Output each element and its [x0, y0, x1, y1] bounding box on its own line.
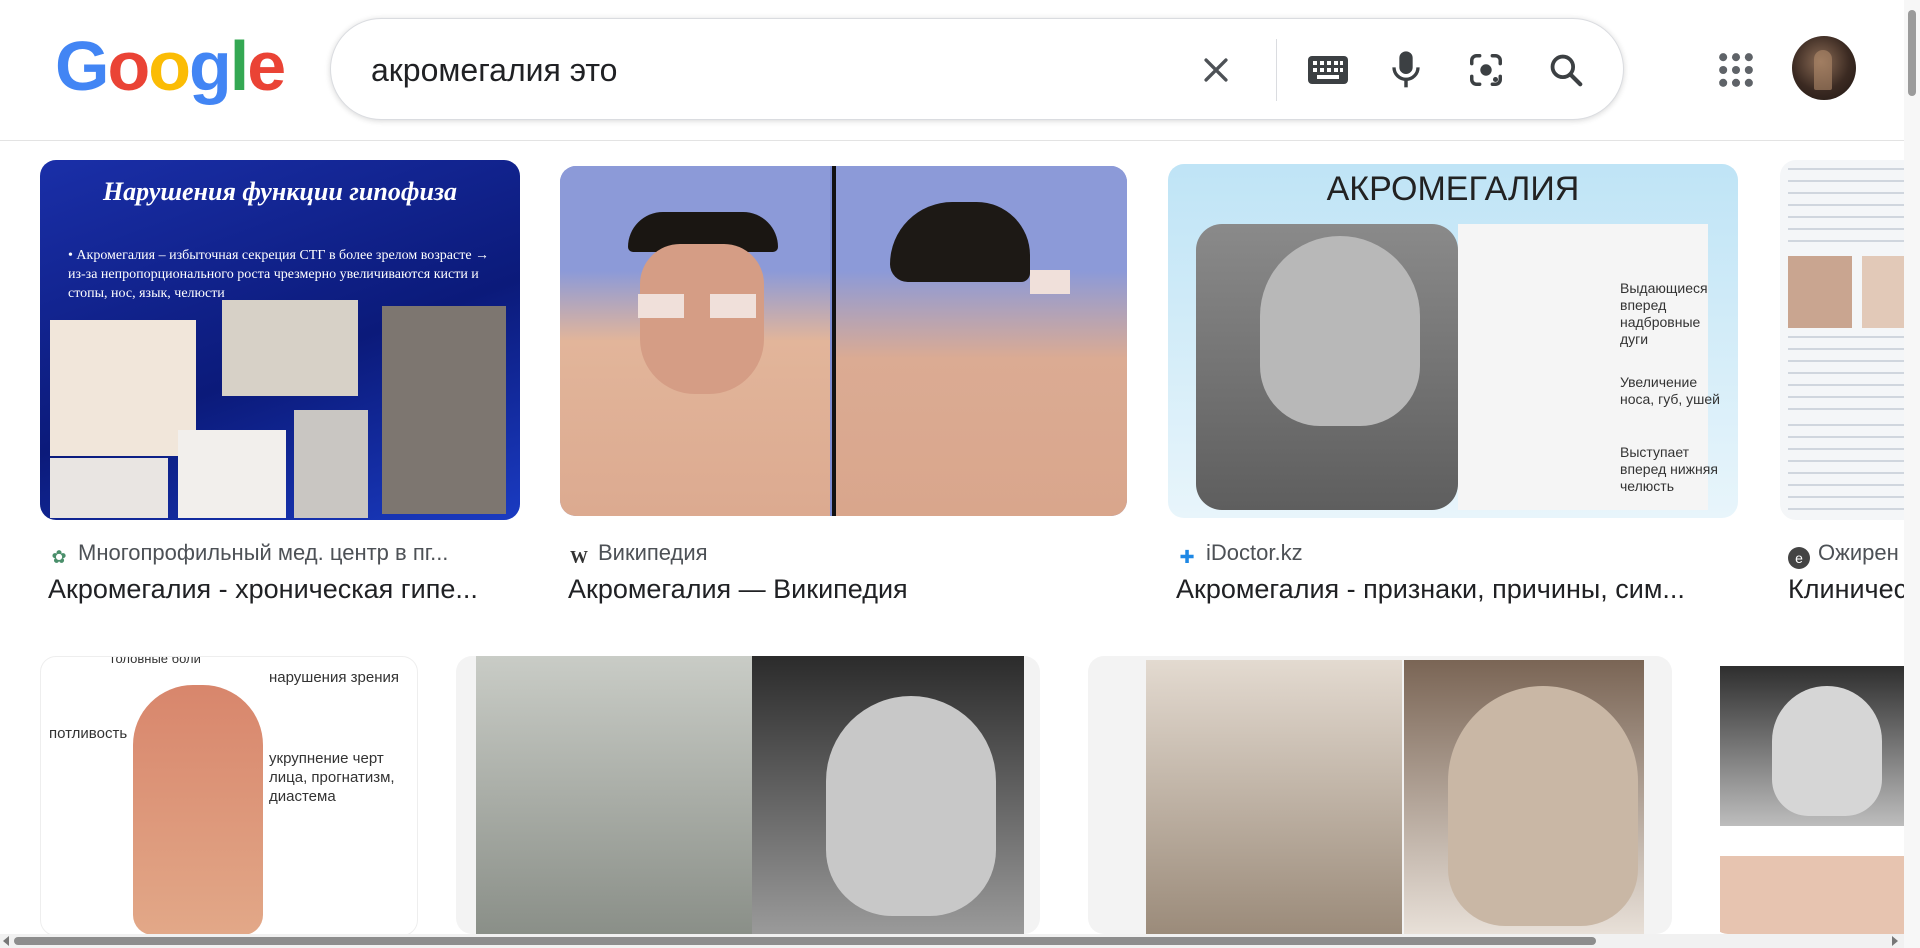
- header: Google: [0, 0, 1920, 141]
- image-result-card[interactable]: [456, 656, 1042, 934]
- avatar[interactable]: [1792, 36, 1856, 100]
- result-title[interactable]: Акромегалия - признаки, причины, сим...: [1176, 574, 1736, 605]
- result-thumbnail[interactable]: [1712, 656, 1904, 934]
- apps-grid-icon: [1719, 53, 1753, 87]
- keyboard-icon: [1308, 56, 1348, 84]
- result-title[interactable]: Клиничес: [1788, 574, 1904, 605]
- search-icon: [1550, 54, 1583, 87]
- wikipedia-icon: W: [570, 547, 588, 567]
- image-label: Увеличение носа, губ, ушей: [1620, 374, 1720, 407]
- image-label: нарушения зрения: [269, 669, 399, 686]
- result-source-label: Многопрофильный мед. центр в пг...: [78, 540, 449, 565]
- horizontal-scrollbar-thumb[interactable]: [14, 937, 1596, 945]
- result-thumbnail[interactable]: [1780, 160, 1904, 520]
- image-label: головные боли: [111, 656, 201, 666]
- clear-button[interactable]: [1193, 47, 1239, 93]
- scroll-right-icon[interactable]: [1892, 936, 1898, 946]
- result-thumbnail[interactable]: Нарушения функции гипофиза • Акромегалия…: [40, 160, 520, 520]
- result-thumbnail[interactable]: головные боли нарушения зрения потливост…: [40, 656, 418, 936]
- image-result-card[interactable]: W Википедия Акромегалия — Википедия: [560, 160, 1130, 620]
- image-result-card[interactable]: [1088, 656, 1674, 934]
- search-box: [330, 18, 1624, 120]
- result-source-label: Ожирен: [1818, 540, 1899, 565]
- lens-search-button[interactable]: [1463, 47, 1509, 93]
- search-divider: [1276, 39, 1277, 101]
- medical-cross-icon: ✚: [1179, 547, 1195, 567]
- result-thumbnail[interactable]: [456, 656, 1040, 934]
- result-source-label: iDoctor.kz: [1206, 540, 1303, 565]
- keyboard-button[interactable]: [1305, 47, 1351, 93]
- result-title[interactable]: Акромегалия — Википедия: [568, 574, 1108, 605]
- result-source-label: Википедия: [598, 540, 708, 565]
- result-title[interactable]: Акромегалия - хроническая гипе...: [48, 574, 518, 605]
- search-button[interactable]: [1543, 47, 1589, 93]
- apps-button[interactable]: [1714, 48, 1758, 92]
- result-source[interactable]: W Википедия: [568, 540, 1108, 568]
- search-input[interactable]: [369, 47, 1173, 93]
- image-label: Выдающиеся вперед надбровные дуги: [1620, 280, 1708, 347]
- image-result-card[interactable]: [1712, 656, 1904, 934]
- voice-search-button[interactable]: [1383, 47, 1429, 93]
- result-source[interactable]: ✚ iDoctor.kz: [1176, 540, 1716, 568]
- image-label: Выступает вперед нижняя челюсть: [1620, 444, 1718, 494]
- vertical-scrollbar-thumb[interactable]: [1908, 10, 1916, 96]
- result-source[interactable]: e Ожирен: [1788, 540, 1904, 569]
- result-thumbnail[interactable]: АКРОМЕГАЛИЯ Выдающиеся вперед надбровные…: [1168, 164, 1738, 518]
- microphone-icon: [1392, 51, 1420, 88]
- image-result-card[interactable]: e Ожирен Клиничес: [1780, 160, 1904, 620]
- result-thumbnail[interactable]: [560, 166, 1127, 516]
- image-result-card[interactable]: головные боли нарушения зрения потливост…: [40, 656, 418, 936]
- horizontal-scrollbar[interactable]: [0, 934, 1904, 948]
- google-logo[interactable]: Google: [55, 26, 286, 106]
- image-label: укрупнение черт лица, прогнатизм, диасте…: [269, 750, 395, 805]
- vertical-scrollbar[interactable]: [1904, 0, 1920, 948]
- image-heading: АКРОМЕГАЛИЯ: [1326, 170, 1580, 208]
- image-body-text: • Акромегалия – избыточная секреция СТГ …: [68, 248, 490, 301]
- clinic-site-icon: ✿: [51, 547, 67, 567]
- result-thumbnail[interactable]: [1088, 656, 1672, 934]
- image-label: потливость: [49, 725, 128, 742]
- camera-lens-icon: [1470, 54, 1502, 86]
- result-source[interactable]: ✿ Многопрофильный мед. центр в пг...: [48, 540, 518, 568]
- close-icon: [1204, 58, 1228, 82]
- image-result-card[interactable]: Нарушения функции гипофиза • Акромегалия…: [40, 160, 522, 620]
- image-result-card[interactable]: АКРОМЕГАЛИЯ Выдающиеся вперед надбровные…: [1168, 160, 1740, 620]
- image-heading: Нарушения функции гипофиза: [102, 177, 458, 206]
- site-logo-icon: e: [1788, 547, 1810, 569]
- scroll-left-icon[interactable]: [3, 936, 9, 946]
